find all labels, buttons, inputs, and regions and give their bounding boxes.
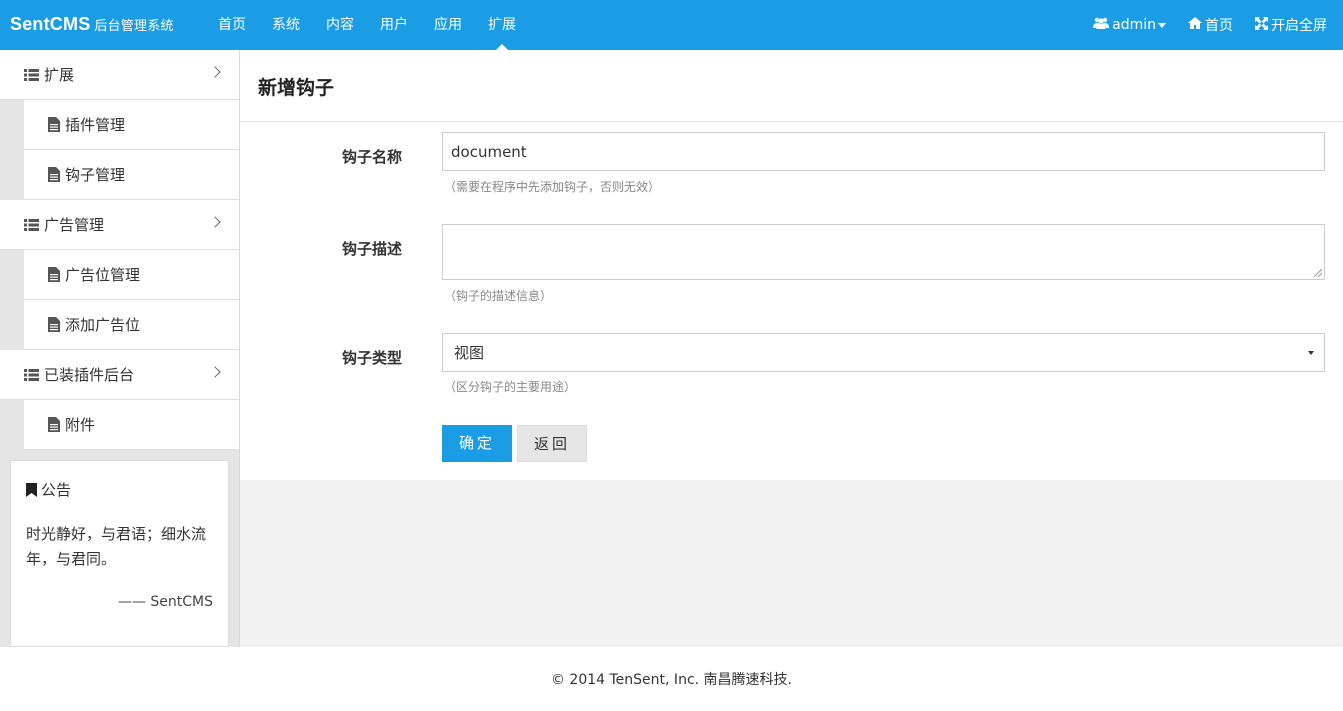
brand-name: SentCMS <box>10 14 91 34</box>
users-icon <box>1093 17 1112 33</box>
notice-title-text: 公告 <box>41 481 72 499</box>
hook-type-help: （区分钩子的主要用途） <box>444 380 577 394</box>
sidebar-group-label: 已装插件后台 <box>44 366 135 384</box>
user-name: admin <box>1112 17 1156 33</box>
nav-item-extensions[interactable]: 扩展 <box>475 0 529 50</box>
sidebar-item-label: 附件 <box>65 416 96 434</box>
sidebar-item-label: 插件管理 <box>65 116 126 134</box>
notice-body: 时光静好，与君语；细水流年，与君同。 <box>26 525 207 568</box>
hook-type-select[interactable]: 视图 <box>442 333 1325 372</box>
footer: © 2014 TenSent, Inc. 南昌腾速科技. <box>0 647 1343 711</box>
file-icon <box>48 417 60 432</box>
main-content: 新增钩子 钩子名称 document （需要在程序中先添加钩子，否则无效） 钩子… <box>240 50 1343 480</box>
sidebar-item-label: 广告位管理 <box>65 266 141 284</box>
notice-panel: 公告 时光静好，与君语；细水流年，与君同。 —— SentCMS <box>10 460 229 647</box>
sidebar-item-hooks[interactable]: 钩子管理 <box>24 150 239 200</box>
bookmark-icon <box>26 482 37 497</box>
hook-name-help: （需要在程序中先添加钩子，否则无效） <box>444 180 661 194</box>
submit-button[interactable]: 确定 <box>442 425 512 462</box>
sidebar-group-label: 广告管理 <box>44 216 105 234</box>
hook-type-selected: 视图 <box>454 344 485 362</box>
nav-item-users[interactable]: 用户 <box>367 0 421 50</box>
list-icon <box>24 218 39 231</box>
brand-subtitle: 后台管理系统 <box>94 19 174 34</box>
notice-title: 公告 <box>26 479 213 500</box>
sidebar-group-installed-plugins[interactable]: 已装插件后台 <box>0 350 239 400</box>
fullscreen-button[interactable]: 开启全屏 <box>1255 15 1327 35</box>
caret-down-icon <box>1158 22 1166 28</box>
file-icon <box>48 167 60 182</box>
resize-grip-icon[interactable] <box>1314 269 1322 277</box>
hook-name-label: 钩子名称 <box>342 148 403 166</box>
top-navbar: SentCMS 后台管理系统 首页 系统 内容 用户 应用 扩展 admin 首页… <box>0 0 1343 50</box>
home-icon <box>1188 17 1205 33</box>
main-nav: 首页 系统 内容 用户 应用 扩展 <box>205 0 529 50</box>
chevron-right-icon <box>209 216 221 228</box>
home-link-label: 首页 <box>1205 18 1233 34</box>
sidebar-group-extensions[interactable]: 扩展 <box>0 50 239 100</box>
sidebar-group-ads[interactable]: 广告管理 <box>0 200 239 250</box>
sidebar: 扩展 插件管理 钩子管理 广告管理 广告位管理 添加广告位 已装插件后台 附件 … <box>0 50 240 647</box>
file-icon <box>48 117 60 132</box>
sidebar-item-plugins[interactable]: 插件管理 <box>24 100 239 150</box>
hook-desc-label: 钩子描述 <box>342 240 403 258</box>
home-link[interactable]: 首页 <box>1188 15 1233 35</box>
sidebar-item-label: 添加广告位 <box>65 316 141 334</box>
nav-item-home[interactable]: 首页 <box>205 0 259 50</box>
sidebar-item-add-ad-position[interactable]: 添加广告位 <box>24 300 239 350</box>
fullscreen-icon <box>1255 16 1271 34</box>
hook-name-input[interactable]: document <box>442 132 1325 171</box>
user-menu-button[interactable]: admin <box>1093 17 1166 33</box>
sidebar-item-label: 钩子管理 <box>65 166 126 184</box>
fullscreen-label: 开启全屏 <box>1271 18 1327 34</box>
nav-item-content[interactable]: 内容 <box>313 0 367 50</box>
footer-copyright: © 2014 TenSent, Inc. 南昌腾速科技. <box>550 672 792 688</box>
back-button[interactable]: 返回 <box>517 425 587 462</box>
chevron-right-icon <box>209 366 221 378</box>
notice-signature: —— SentCMS <box>117 594 213 610</box>
sidebar-item-attachments[interactable]: 附件 <box>24 400 239 450</box>
sidebar-group-label: 扩展 <box>44 66 75 84</box>
nav-item-system[interactable]: 系统 <box>259 0 313 50</box>
top-right-menu: admin 首页 开启全屏 <box>1071 0 1327 50</box>
caret-down-icon <box>1308 351 1314 355</box>
page-title: 新增钩子 <box>240 50 1343 122</box>
hook-desc-textarea[interactable] <box>442 224 1325 280</box>
nav-item-apps[interactable]: 应用 <box>421 0 475 50</box>
brand-logo[interactable]: SentCMS 后台管理系统 <box>10 14 174 35</box>
file-icon <box>48 317 60 332</box>
hook-type-label: 钩子类型 <box>342 349 403 367</box>
list-icon <box>24 368 39 381</box>
file-icon <box>48 267 60 282</box>
hook-desc-help: （钩子的描述信息） <box>444 289 553 303</box>
chevron-right-icon <box>209 66 221 78</box>
sidebar-item-ad-positions[interactable]: 广告位管理 <box>24 250 239 300</box>
list-icon <box>24 68 39 81</box>
